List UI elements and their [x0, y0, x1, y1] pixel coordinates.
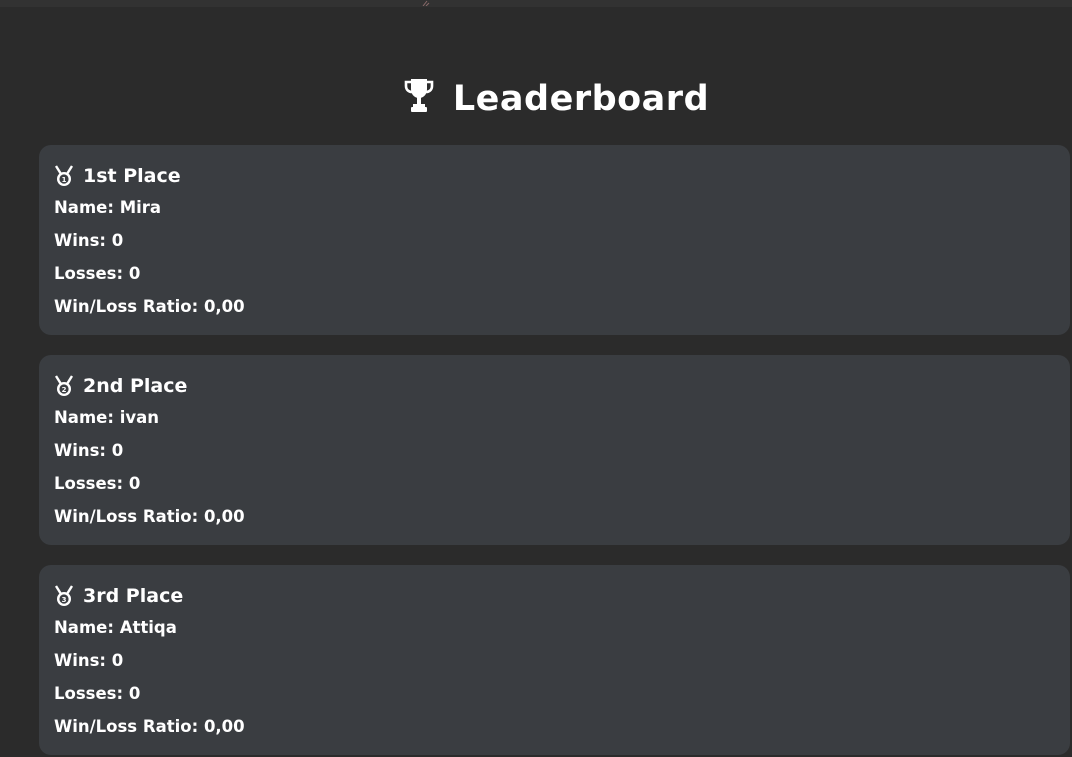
place-label: 1st Place	[83, 165, 181, 187]
losses-row: Losses: 0	[54, 467, 1070, 500]
leaderboard-card-1: 1 1st Place Name: Mira Wins: 0 Losses: 0…	[39, 145, 1070, 335]
place-heading: 3 3rd Place	[54, 581, 1070, 611]
svg-text:1: 1	[62, 176, 67, 184]
leaderboard-card-3: 3 3rd Place Name: Attiqa Wins: 0 Losses:…	[39, 565, 1070, 755]
ratio-row: Win/Loss Ratio: 0,00	[54, 710, 1070, 743]
place-label: 3rd Place	[83, 585, 184, 607]
losses-row: Losses: 0	[54, 257, 1070, 290]
wins-label: Wins:	[54, 231, 107, 250]
losses-label: Losses:	[54, 264, 124, 283]
place-heading: 2 2nd Place	[54, 371, 1070, 401]
losses-label: Losses:	[54, 474, 124, 493]
wins-label: Wins:	[54, 441, 107, 460]
ratio-label: Win/Loss Ratio:	[54, 717, 199, 736]
medal-2-icon: 2	[54, 375, 74, 396]
player-name: ivan	[119, 408, 159, 427]
ratio-label: Win/Loss Ratio:	[54, 297, 199, 316]
leaderboard-card-2: 2 2nd Place Name: ivan Wins: 0 Losses: 0…	[39, 355, 1070, 545]
ratio-label: Win/Loss Ratio:	[54, 507, 199, 526]
name-label: Name:	[54, 198, 114, 217]
player-name: Attiqa	[119, 618, 177, 637]
trophy-icon	[404, 79, 434, 112]
ratio-value: 0,00	[203, 507, 245, 526]
losses-label: Losses:	[54, 684, 124, 703]
player-name-row: Name: ivan	[54, 401, 1070, 434]
resize-handle-icon	[422, 0, 430, 6]
player-name-row: Name: Mira	[54, 191, 1070, 224]
wins-value: 0	[111, 441, 124, 460]
place-heading: 1 1st Place	[54, 161, 1070, 191]
svg-text:3: 3	[62, 596, 67, 604]
browser-top-strip	[0, 0, 1072, 7]
medal-3-icon: 3	[54, 585, 74, 606]
page-title: Leaderboard	[0, 74, 1072, 124]
wins-value: 0	[111, 231, 124, 250]
page-title-text: Leaderboard	[452, 79, 710, 119]
medal-1-icon: 1	[54, 165, 74, 186]
ratio-row: Win/Loss Ratio: 0,00	[54, 500, 1070, 533]
wins-row: Wins: 0	[54, 434, 1070, 467]
wins-row: Wins: 0	[54, 644, 1070, 677]
ratio-value: 0,00	[203, 717, 245, 736]
place-label: 2nd Place	[83, 375, 188, 397]
name-label: Name:	[54, 618, 114, 637]
player-name: Mira	[119, 198, 162, 217]
wins-row: Wins: 0	[54, 224, 1070, 257]
svg-text:2: 2	[62, 386, 67, 394]
ratio-value: 0,00	[203, 297, 245, 316]
losses-value: 0	[128, 474, 141, 493]
wins-label: Wins:	[54, 651, 107, 670]
losses-value: 0	[128, 264, 141, 283]
losses-value: 0	[128, 684, 141, 703]
losses-row: Losses: 0	[54, 677, 1070, 710]
ratio-row: Win/Loss Ratio: 0,00	[54, 290, 1070, 323]
wins-value: 0	[111, 651, 124, 670]
player-name-row: Name: Attiqa	[54, 611, 1070, 644]
name-label: Name:	[54, 408, 114, 427]
